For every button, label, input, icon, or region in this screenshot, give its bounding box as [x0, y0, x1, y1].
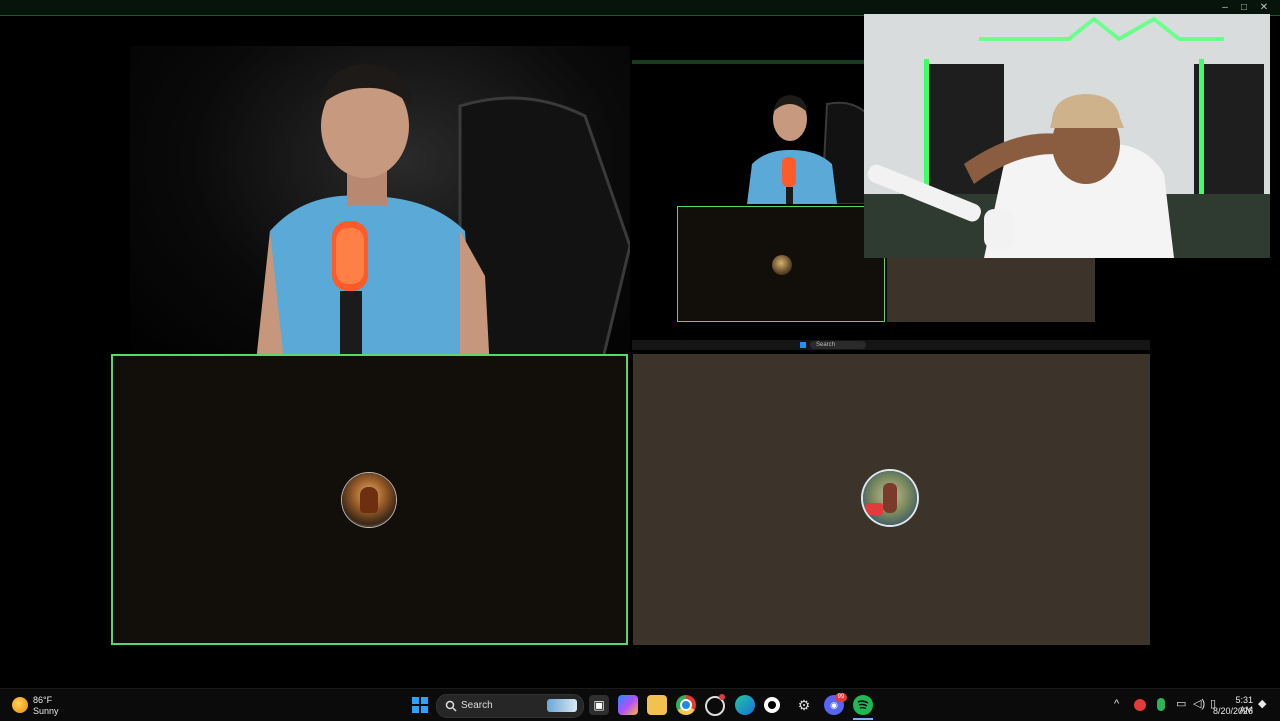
discord-badge: 99 [835, 693, 847, 702]
microphone-icon[interactable] [1157, 698, 1165, 711]
preview-taskbar: Search [632, 340, 1150, 350]
participant-avatar-right [863, 471, 917, 525]
task-view-icon[interactable]: ▣ [589, 695, 609, 715]
clock-date[interactable]: 8/20/2026 [1211, 706, 1253, 716]
preview-tile-1 [677, 206, 885, 322]
preview-webcam [747, 95, 872, 204]
edge-icon[interactable] [735, 695, 755, 715]
search-box[interactable]: Search [436, 694, 584, 718]
search-highlight-image [547, 699, 577, 712]
close-button[interactable]: ✕ [1253, 0, 1275, 15]
chrome-center [680, 699, 692, 711]
windows-logo [412, 697, 428, 713]
webcam-feed-guest [864, 14, 1270, 258]
wifi-icon[interactable]: ▭ [1176, 697, 1186, 710]
search-label: Search [461, 700, 493, 711]
notification-bell-icon[interactable]: ◆ [1258, 697, 1266, 710]
windows-taskbar: 86°F Sunny Search ▣ ⚙ ◉ 99 ^ ▭ ◁) ▯ 5:31… [0, 688, 1280, 721]
windows-start-icon[interactable] [410, 695, 430, 715]
tray-app-icon[interactable] [1134, 699, 1146, 711]
spotify-waves [857, 700, 869, 710]
chrome-icon[interactable] [676, 695, 696, 715]
sun-icon[interactable] [12, 697, 28, 713]
folder-icon[interactable] [647, 695, 667, 715]
person-video [255, 64, 632, 373]
preview-start-icon [800, 342, 806, 348]
preview-avatar-1 [772, 255, 792, 275]
participant-avatar-left [342, 473, 396, 527]
call-stage: Search [0, 14, 1280, 688]
participant-tile-right[interactable] [633, 354, 1150, 645]
chevron-up-icon[interactable]: ^ [1114, 698, 1119, 710]
avatar-badge [865, 503, 883, 515]
gear-icon[interactable]: ⚙ [794, 695, 814, 715]
spotify-icon[interactable] [853, 695, 873, 715]
webcam-feed-main [130, 46, 632, 373]
volume-icon[interactable]: ◁) [1193, 697, 1205, 710]
pinned-app-icon[interactable] [764, 697, 780, 713]
avatar-figure [360, 487, 378, 513]
search-icon [445, 700, 457, 712]
avatar-figure [883, 483, 897, 513]
weather-condition[interactable]: Sunny [33, 706, 59, 716]
copilot-icon[interactable] [618, 695, 638, 715]
preview-search: Search [810, 341, 866, 349]
guest-person-video [864, 14, 1270, 258]
weather-temp[interactable]: 86°F [33, 695, 52, 705]
participant-tile-left[interactable] [111, 354, 628, 645]
maximize-button[interactable]: □ [1233, 0, 1255, 15]
notification-dot [719, 694, 725, 700]
pinned-app-center [768, 701, 776, 709]
